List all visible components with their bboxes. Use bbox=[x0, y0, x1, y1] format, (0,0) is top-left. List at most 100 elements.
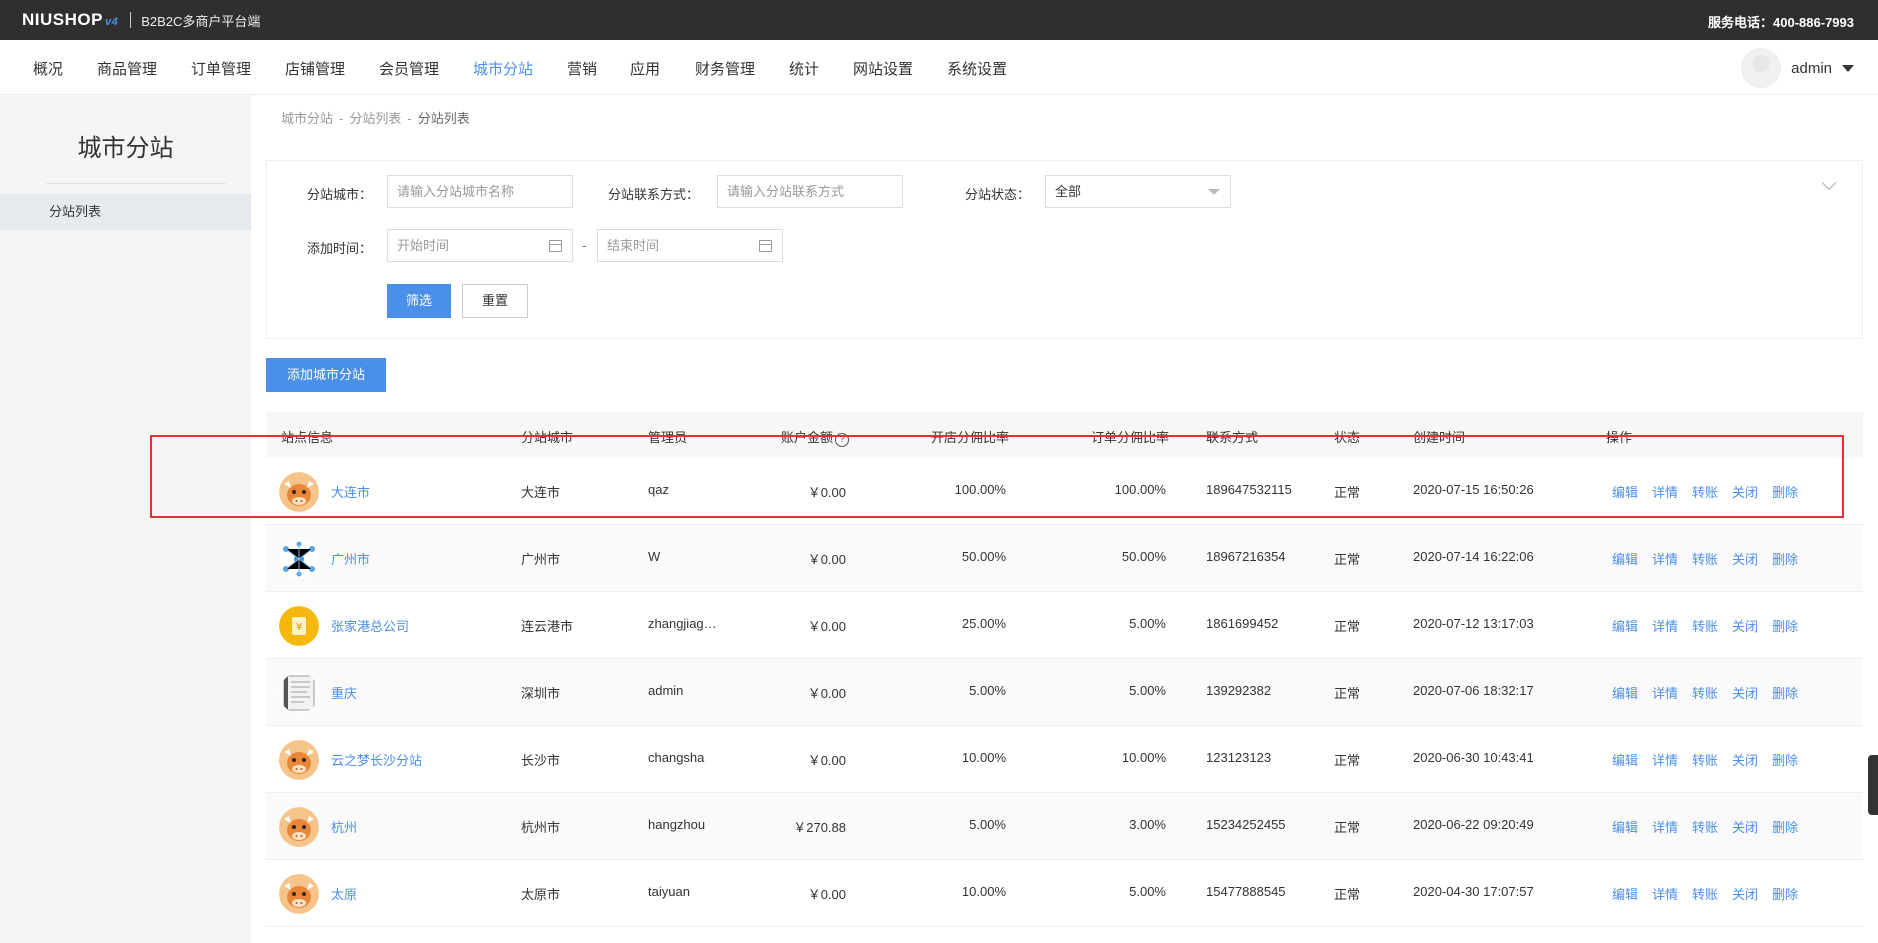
close-link[interactable]: 关闭 bbox=[1732, 884, 1758, 903]
station-name-link[interactable]: 广州市 bbox=[331, 549, 370, 568]
delete-link[interactable]: 删除 bbox=[1772, 884, 1798, 903]
nav-item-finance[interactable]: 财务管理 bbox=[695, 58, 755, 79]
side-widget[interactable] bbox=[1868, 755, 1878, 815]
city-input[interactable] bbox=[387, 175, 573, 208]
edit-link[interactable]: 编辑 bbox=[1612, 884, 1638, 903]
transfer-link[interactable]: 转账 bbox=[1692, 817, 1718, 836]
detail-link[interactable]: 详情 bbox=[1652, 683, 1678, 702]
nav-item-site-settings[interactable]: 网站设置 bbox=[853, 58, 913, 79]
calendar-icon bbox=[549, 240, 562, 252]
detail-link[interactable]: 详情 bbox=[1652, 482, 1678, 501]
add-city-station-button[interactable]: 添加城市分站 bbox=[266, 358, 386, 392]
transfer-link[interactable]: 转账 bbox=[1692, 884, 1718, 903]
delete-link[interactable]: 删除 bbox=[1772, 482, 1798, 501]
logo[interactable]: NIUSHOP v4 bbox=[22, 10, 118, 30]
edit-link[interactable]: 编辑 bbox=[1612, 750, 1638, 769]
nav-item-members[interactable]: 会员管理 bbox=[379, 58, 439, 79]
delete-link[interactable]: 删除 bbox=[1772, 549, 1798, 568]
logo-divider bbox=[130, 12, 132, 28]
edit-link[interactable]: 编辑 bbox=[1612, 683, 1638, 702]
filter-button[interactable]: 筛选 bbox=[387, 284, 451, 318]
close-link[interactable]: 关闭 bbox=[1732, 549, 1758, 568]
caret-down-icon bbox=[1842, 64, 1854, 72]
station-contact: 18967216354 bbox=[1206, 549, 1286, 564]
edit-link[interactable]: 编辑 bbox=[1612, 616, 1638, 635]
close-link[interactable]: 关闭 bbox=[1732, 482, 1758, 501]
station-amount: ￥0.00 bbox=[807, 753, 846, 768]
station-order-rate: 3.00% bbox=[1129, 817, 1166, 832]
delete-link[interactable]: 删除 bbox=[1772, 817, 1798, 836]
station-contact: 189647532115 bbox=[1206, 482, 1292, 497]
station-city: 连云港市 bbox=[521, 619, 574, 634]
detail-link[interactable]: 详情 bbox=[1652, 616, 1678, 635]
table-row: ¥ 张家港总公司 连云港市 zhangjiag… ￥0.00 25.00% 5.00% 186… bbox=[266, 592, 1863, 659]
delete-link[interactable]: 删除 bbox=[1772, 683, 1798, 702]
edit-link[interactable]: 编辑 bbox=[1612, 482, 1638, 501]
nav-item-shops[interactable]: 店铺管理 bbox=[285, 58, 345, 79]
delete-link[interactable]: 删除 bbox=[1772, 616, 1798, 635]
transfer-link[interactable]: 转账 bbox=[1692, 616, 1718, 635]
station-admin: taiyuan bbox=[648, 884, 690, 899]
detail-link[interactable]: 详情 bbox=[1652, 750, 1678, 769]
chevron-down-icon[interactable] bbox=[1821, 175, 1837, 191]
user-menu[interactable]: admin bbox=[1741, 48, 1854, 88]
row-actions: 编辑 详情 转账 关闭 删除 bbox=[1612, 683, 1798, 702]
nav-item-orders[interactable]: 订单管理 bbox=[191, 58, 251, 79]
station-name-link[interactable]: 重庆 bbox=[331, 683, 357, 702]
header-created: 创建时间 bbox=[1413, 430, 1466, 445]
detail-link[interactable]: 详情 bbox=[1652, 884, 1678, 903]
transfer-link[interactable]: 转账 bbox=[1692, 750, 1718, 769]
nav-item-system-settings[interactable]: 系统设置 bbox=[947, 58, 1007, 79]
close-link[interactable]: 关闭 bbox=[1732, 817, 1758, 836]
edit-link[interactable]: 编辑 bbox=[1612, 817, 1638, 836]
nav-item-overview[interactable]: 概况 bbox=[33, 58, 63, 79]
breadcrumb-item[interactable]: 城市分站 bbox=[281, 111, 333, 126]
station-admin: zhangjiag… bbox=[648, 616, 717, 631]
station-status: 正常 bbox=[1334, 820, 1361, 835]
breadcrumb-item[interactable]: 分站列表 bbox=[349, 111, 401, 126]
svg-text:¥: ¥ bbox=[296, 622, 302, 633]
close-link[interactable]: 关闭 bbox=[1732, 616, 1758, 635]
end-time-input[interactable]: 结束时间 bbox=[597, 229, 783, 262]
close-link[interactable]: 关闭 bbox=[1732, 683, 1758, 702]
station-name-link[interactable]: 杭州 bbox=[331, 817, 357, 836]
nav-item-goods[interactable]: 商品管理 bbox=[97, 58, 157, 79]
edit-link[interactable]: 编辑 bbox=[1612, 549, 1638, 568]
reset-button[interactable]: 重置 bbox=[462, 284, 528, 318]
close-link[interactable]: 关闭 bbox=[1732, 750, 1758, 769]
station-city: 长沙市 bbox=[521, 753, 561, 768]
detail-link[interactable]: 详情 bbox=[1652, 549, 1678, 568]
breadcrumb: 城市分站 - 分站列表 - 分站列表 bbox=[281, 111, 470, 126]
nav-item-stats[interactable]: 统计 bbox=[789, 58, 819, 79]
help-icon[interactable]: ? bbox=[835, 433, 850, 447]
station-city: 大连市 bbox=[521, 485, 561, 500]
sidebar-item-station-list[interactable]: 分站列表 bbox=[0, 194, 251, 230]
station-created: 2020-07-15 16:50:26 bbox=[1413, 482, 1534, 497]
status-select[interactable]: 全部 bbox=[1045, 175, 1231, 208]
station-created: 2020-06-30 10:43:41 bbox=[1413, 750, 1534, 765]
detail-link[interactable]: 详情 bbox=[1652, 817, 1678, 836]
station-status: 正常 bbox=[1334, 753, 1361, 768]
station-name-link[interactable]: 张家港总公司 bbox=[331, 616, 409, 635]
station-admin: changsha bbox=[648, 750, 705, 765]
station-name-link[interactable]: 云之梦长沙分站 bbox=[331, 750, 422, 769]
station-admin: qaz bbox=[648, 482, 669, 497]
nav-item-marketing[interactable]: 营销 bbox=[567, 58, 597, 79]
station-created: 2020-07-06 18:32:17 bbox=[1413, 683, 1534, 698]
station-order-rate: 5.00% bbox=[1129, 884, 1166, 899]
station-shop-rate: 10.00% bbox=[961, 884, 1006, 899]
contact-input[interactable] bbox=[717, 175, 903, 208]
station-shop-rate: 5.00% bbox=[969, 683, 1006, 698]
station-name-link[interactable]: 太原 bbox=[331, 884, 357, 903]
transfer-link[interactable]: 转账 bbox=[1692, 683, 1718, 702]
station-name-link[interactable]: 大连市 bbox=[331, 482, 370, 501]
station-thumbnail: ¥ bbox=[279, 606, 319, 646]
nav-item-city-station[interactable]: 城市分站 bbox=[473, 58, 533, 79]
nav-item-apps[interactable]: 应用 bbox=[630, 58, 660, 79]
transfer-link[interactable]: 转账 bbox=[1692, 482, 1718, 501]
delete-link[interactable]: 删除 bbox=[1772, 750, 1798, 769]
station-city: 太原市 bbox=[521, 887, 561, 902]
transfer-link[interactable]: 转账 bbox=[1692, 549, 1718, 568]
start-time-input[interactable]: 开始时间 bbox=[387, 229, 573, 262]
filter-panel: 分站城市： 分站联系方式： 分站状态： 全部 添加时间： 开始时间 - 结束时间… bbox=[266, 160, 1863, 339]
